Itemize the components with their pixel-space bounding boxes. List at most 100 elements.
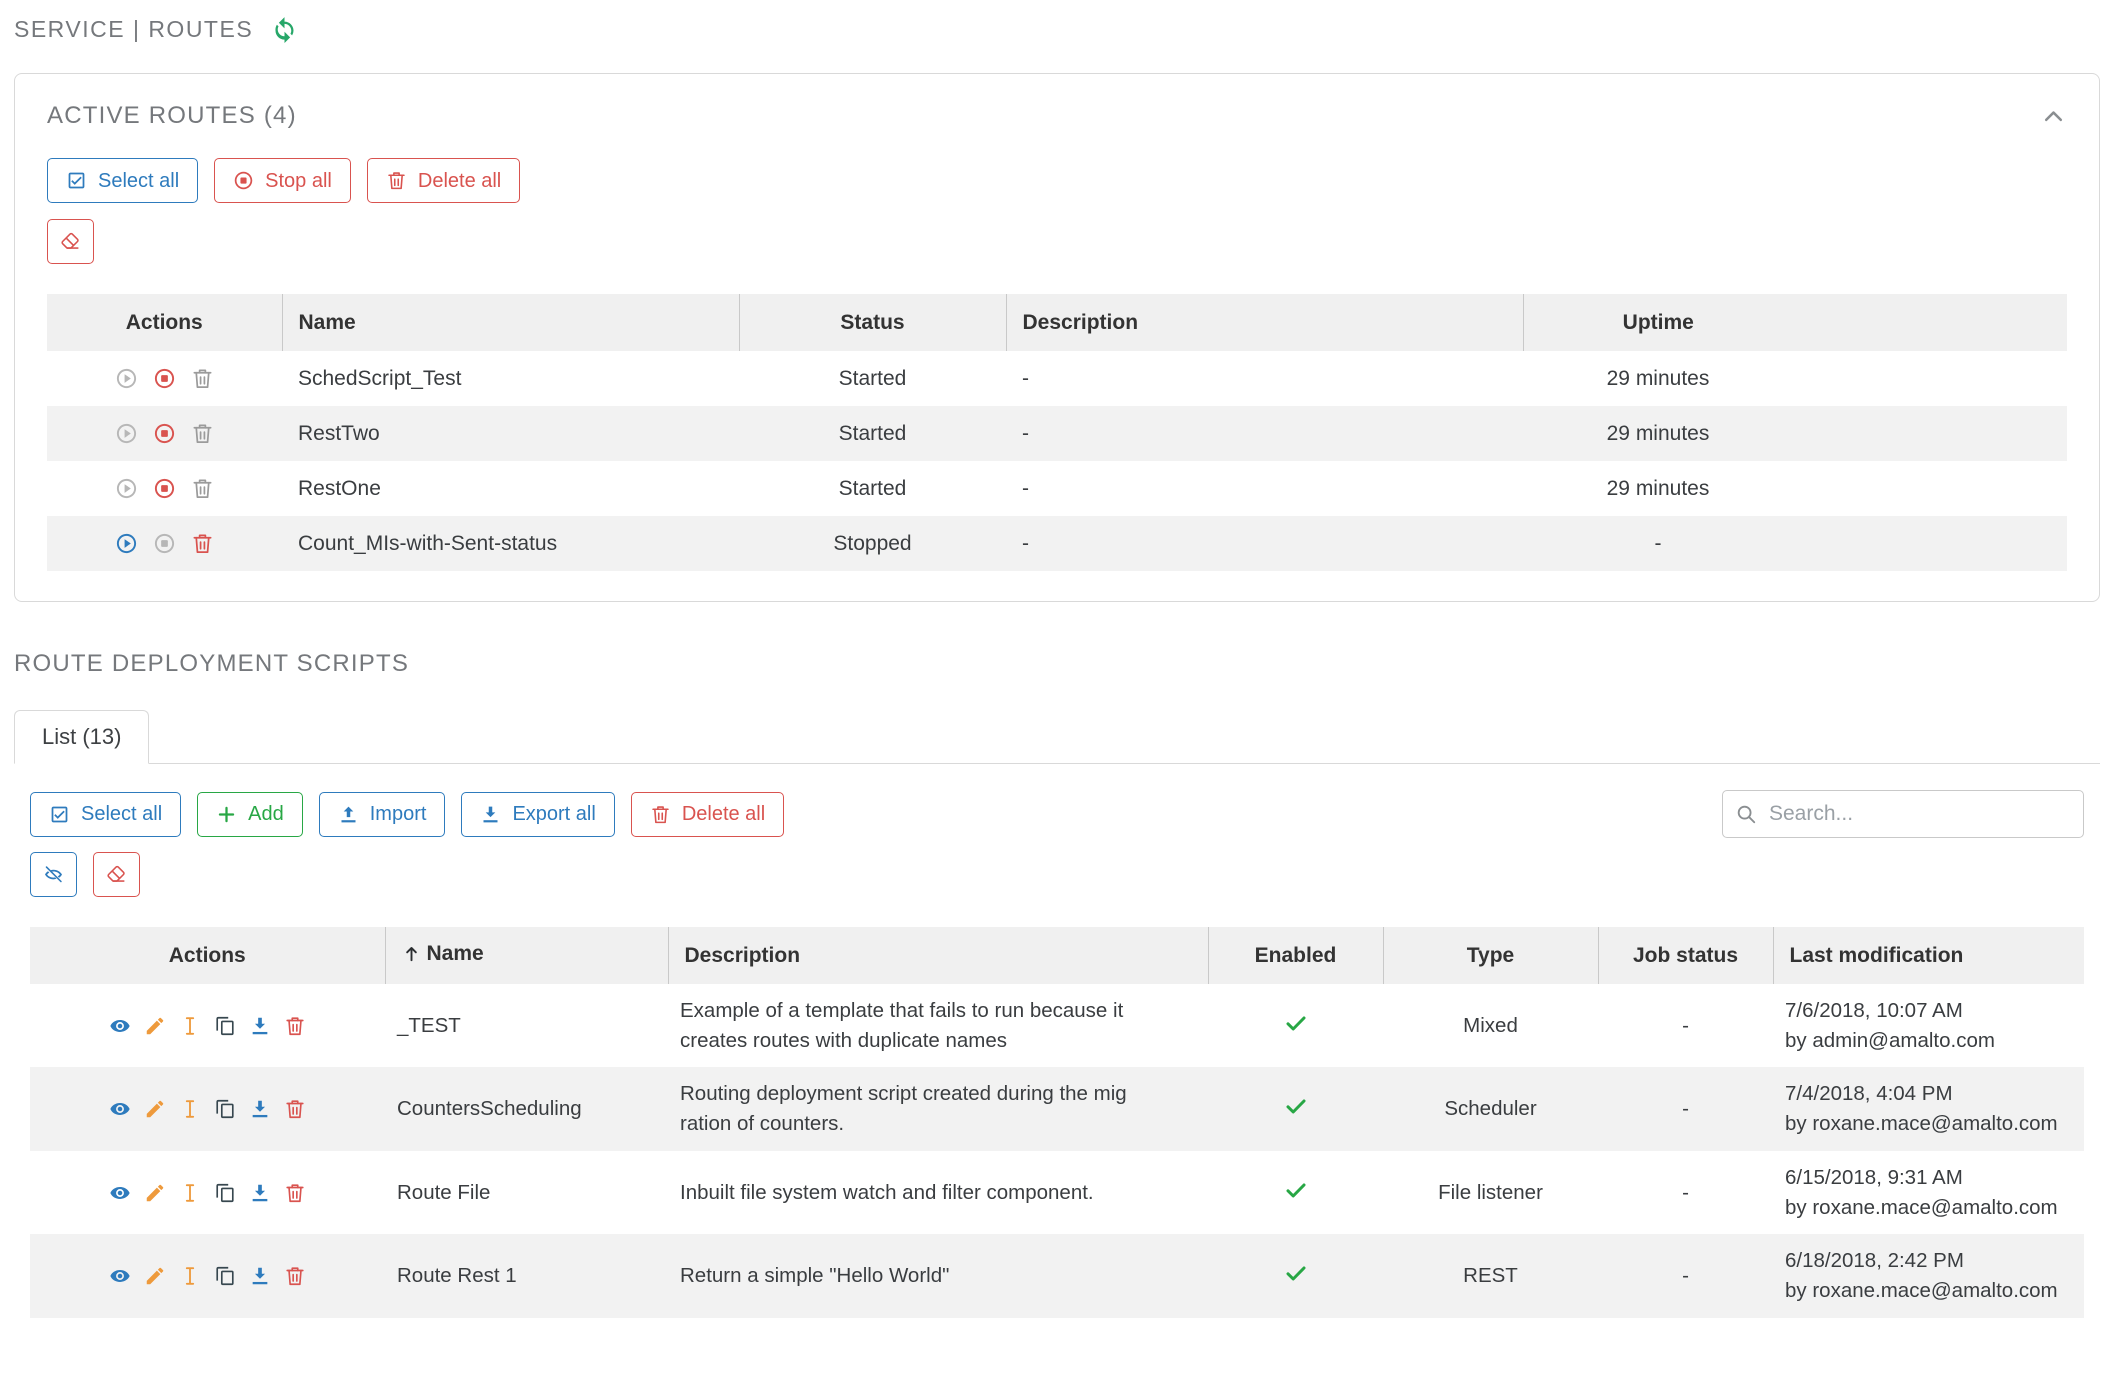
- collapse-panel-button[interactable]: [2040, 103, 2067, 130]
- duplicate-script-button[interactable]: [214, 1098, 236, 1120]
- edit-script-button[interactable]: [144, 1098, 166, 1120]
- export-script-button[interactable]: [249, 1182, 271, 1204]
- export-script-button[interactable]: [249, 1015, 271, 1037]
- script-type: Mixed: [1383, 984, 1598, 1067]
- rename-script-button[interactable]: [179, 1098, 201, 1120]
- clear-selection-button[interactable]: [93, 852, 140, 897]
- duplicate-script-button[interactable]: [214, 1015, 236, 1037]
- start-route-button[interactable]: [115, 367, 138, 390]
- text-cursor-icon: [179, 1015, 201, 1037]
- route-name: SchedScript_Test: [282, 351, 739, 406]
- delete-all-scripts-button[interactable]: Delete all: [631, 792, 784, 837]
- export-script-button[interactable]: [249, 1098, 271, 1120]
- rename-script-button[interactable]: [179, 1182, 201, 1204]
- start-route-button[interactable]: [115, 422, 138, 445]
- delete-route-button[interactable]: [191, 532, 214, 555]
- trash-icon: [386, 170, 407, 191]
- edit-script-button[interactable]: [144, 1182, 166, 1204]
- route-row: Count_MIs-with-Sent-status Stopped - -: [47, 516, 2067, 571]
- script-name: Route Rest 1: [385, 1234, 668, 1317]
- header-name-sortable[interactable]: Name: [385, 927, 668, 984]
- eye-icon: [109, 1182, 131, 1204]
- stop-route-button[interactable]: [153, 477, 176, 500]
- refresh-button[interactable]: [271, 16, 298, 43]
- header-description[interactable]: Description: [668, 927, 1208, 984]
- header-enabled[interactable]: Enabled: [1208, 927, 1383, 984]
- delete-route-button[interactable]: [191, 367, 214, 390]
- view-script-button[interactable]: [109, 1182, 131, 1204]
- modified-by: by roxane.mace@amalto.com: [1785, 1109, 2072, 1139]
- stop-all-routes-button[interactable]: Stop all: [214, 158, 351, 203]
- download-icon: [249, 1098, 271, 1120]
- trash-icon: [284, 1098, 306, 1120]
- delete-script-button[interactable]: [284, 1265, 306, 1287]
- stop-route-button[interactable]: [153, 367, 176, 390]
- scripts-toolbar: Select all Add Import Export all Delete …: [30, 790, 2084, 838]
- trash-icon: [191, 367, 214, 390]
- stop-route-button[interactable]: [153, 422, 176, 445]
- route-description: -: [1006, 351, 1523, 406]
- search-input[interactable]: [1722, 790, 2084, 838]
- select-all-routes-button[interactable]: Select all: [47, 158, 198, 203]
- start-route-button[interactable]: [115, 477, 138, 500]
- stop-circle-icon: [153, 367, 176, 390]
- refresh-icon: [271, 16, 298, 43]
- delete-script-button[interactable]: [284, 1015, 306, 1037]
- header-name: Name: [282, 294, 739, 351]
- export-all-label: Export all: [512, 804, 595, 824]
- rename-script-button[interactable]: [179, 1265, 201, 1287]
- delete-script-button[interactable]: [284, 1182, 306, 1204]
- duplicate-script-button[interactable]: [214, 1265, 236, 1287]
- modified-by: by admin@amalto.com: [1785, 1026, 2072, 1056]
- export-script-button[interactable]: [249, 1265, 271, 1287]
- stop-route-button[interactable]: [153, 532, 176, 555]
- view-script-button[interactable]: [109, 1015, 131, 1037]
- delete-route-button[interactable]: [191, 477, 214, 500]
- export-all-button[interactable]: Export all: [461, 792, 614, 837]
- delete-all-label: Delete all: [682, 804, 765, 824]
- delete-route-button[interactable]: [191, 422, 214, 445]
- toggle-visibility-button[interactable]: [30, 852, 77, 897]
- active-routes-panel: ACTIVE ROUTES (4) Select all Stop all De…: [14, 73, 2100, 602]
- header-type[interactable]: Type: [1383, 927, 1598, 984]
- tab-list[interactable]: List (13): [14, 710, 149, 764]
- add-label: Add: [248, 804, 284, 824]
- page-title: SERVICE | ROUTES: [14, 16, 253, 43]
- delete-all-label: Delete all: [418, 171, 501, 191]
- delete-all-routes-button[interactable]: Delete all: [367, 158, 520, 203]
- script-job-status: -: [1598, 984, 1773, 1067]
- copy-icon: [214, 1265, 236, 1287]
- script-description: Routing deployment script created during…: [668, 1067, 1208, 1150]
- stop-circle-icon: [153, 422, 176, 445]
- script-name: CountersScheduling: [385, 1067, 668, 1150]
- edit-script-button[interactable]: [144, 1265, 166, 1287]
- active-routes-header-row: Actions Name Status Description Uptime: [47, 294, 2067, 351]
- deployment-scripts-title: ROUTE DEPLOYMENT SCRIPTS: [14, 650, 2100, 678]
- duplicate-script-button[interactable]: [214, 1182, 236, 1204]
- clear-selection-button[interactable]: [47, 219, 94, 264]
- active-routes-table: Actions Name Status Description Uptime S…: [47, 294, 2067, 571]
- sort-asc-icon: [402, 944, 421, 963]
- header-last-modification[interactable]: Last modification: [1773, 927, 2084, 984]
- stop-circle-icon: [153, 477, 176, 500]
- view-script-button[interactable]: [109, 1098, 131, 1120]
- enabled-check-icon: [1284, 1267, 1308, 1290]
- rename-script-button[interactable]: [179, 1015, 201, 1037]
- route-description: -: [1006, 516, 1523, 571]
- modified-date: 6/18/2018, 2:42 PM: [1785, 1246, 2072, 1276]
- route-status: Started: [739, 461, 1006, 516]
- header-job-status[interactable]: Job status: [1598, 927, 1773, 984]
- add-script-button[interactable]: Add: [197, 792, 303, 837]
- import-button[interactable]: Import: [319, 792, 446, 837]
- edit-script-button[interactable]: [144, 1015, 166, 1037]
- route-row: RestOne Started - 29 minutes: [47, 461, 2067, 516]
- header-actions: Actions: [47, 294, 282, 351]
- header-name-label: Name: [427, 942, 484, 966]
- route-description: -: [1006, 461, 1523, 516]
- view-script-button[interactable]: [109, 1265, 131, 1287]
- delete-script-button[interactable]: [284, 1098, 306, 1120]
- text-cursor-icon: [179, 1098, 201, 1120]
- select-all-scripts-button[interactable]: Select all: [30, 792, 181, 837]
- start-route-button[interactable]: [115, 532, 138, 555]
- copy-icon: [214, 1182, 236, 1204]
